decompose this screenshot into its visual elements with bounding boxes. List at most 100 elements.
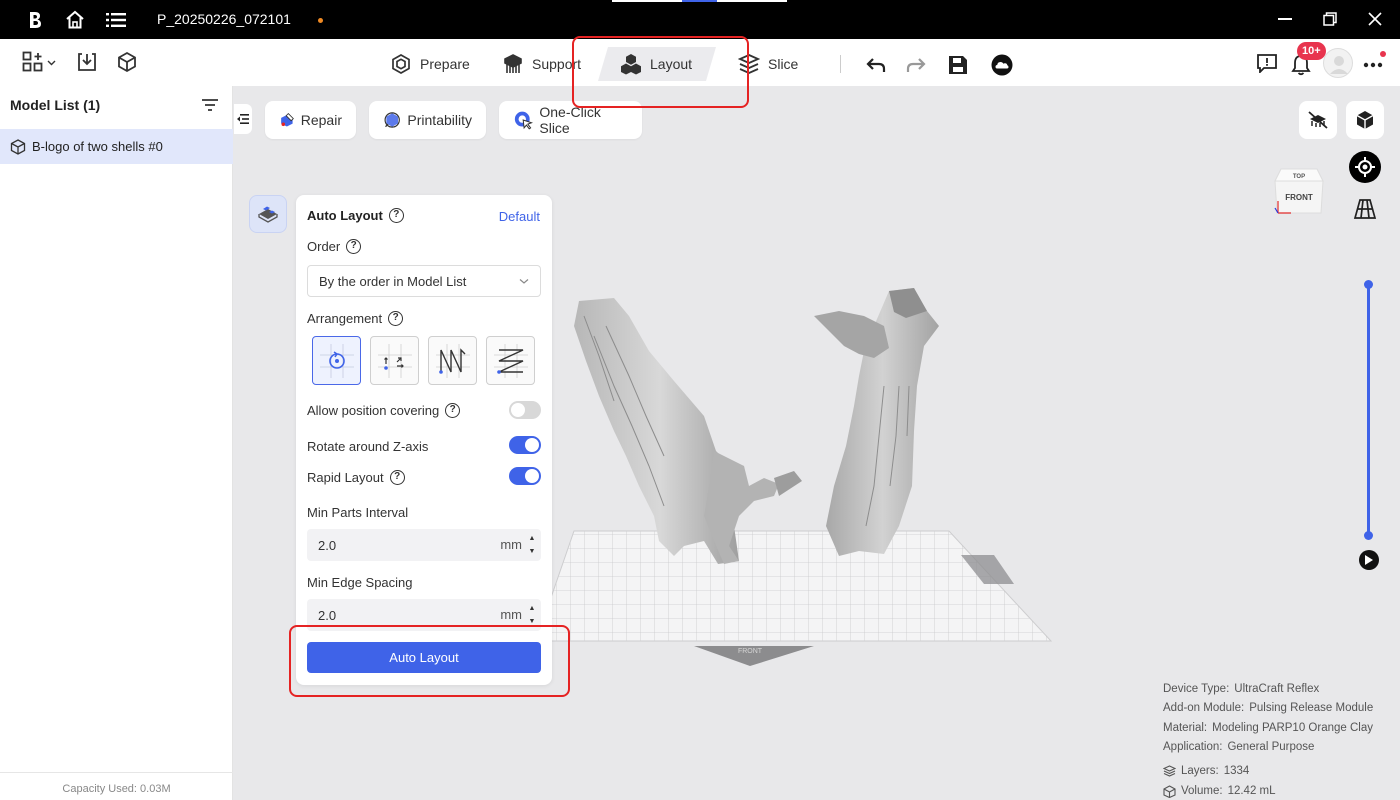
allow-covering-label: Allow position covering — [307, 403, 440, 418]
plate-front-label: FRONT — [738, 648, 763, 655]
title-strip-accent — [682, 0, 717, 2]
collapse-panel-button[interactable] — [234, 104, 252, 134]
view-mode-button[interactable] — [1346, 101, 1384, 139]
home-icon[interactable] — [64, 9, 86, 31]
default-link[interactable]: Default — [499, 209, 540, 224]
layers-value: 1334 — [1223, 765, 1250, 777]
title-strip — [717, 0, 787, 2]
repair-icon — [281, 112, 294, 127]
help-icon[interactable]: ? — [388, 208, 404, 223]
import-icon[interactable] — [76, 51, 98, 73]
hide-support-button[interactable] — [1299, 101, 1337, 139]
model-shell-left[interactable] — [574, 298, 802, 564]
model-name: B-logo of two shells #0 — [32, 139, 163, 154]
view-cube-top-label: TOP — [1293, 174, 1305, 180]
user-avatar-icon — [1330, 56, 1348, 74]
hide-platform-icon — [1308, 111, 1328, 129]
more-options-icon[interactable] — [1362, 54, 1384, 76]
rapid-layout-toggle[interactable] — [509, 467, 541, 485]
unsaved-dot — [318, 18, 323, 23]
repair-button[interactable]: Repair — [265, 101, 356, 139]
info-label: Volume: — [1181, 785, 1223, 797]
filter-icon[interactable] — [201, 96, 219, 114]
device-type-value: UltraCraft Reflex — [1234, 682, 1320, 695]
order-select-value: By the order in Model List — [319, 273, 467, 289]
undo-icon[interactable] — [865, 54, 887, 76]
arrangement-center-option[interactable] — [312, 336, 361, 385]
arrange-grid-icon — [377, 343, 412, 378]
app-logo-icon[interactable] — [24, 9, 46, 31]
arrangement-grid-option[interactable] — [370, 336, 419, 385]
arrangement-zigzag-option[interactable] — [428, 336, 477, 385]
highlight-box-auto-layout-button — [289, 625, 570, 697]
stepper-arrows[interactable]: ▲ ▼ — [527, 532, 537, 558]
list-item-model[interactable]: B-logo of two shells #0 — [0, 129, 233, 164]
highlight-box-layout-tab — [572, 36, 749, 108]
one-click-slice-icon — [514, 111, 534, 130]
cloud-icon[interactable] — [991, 54, 1013, 76]
min-edge-label: Min Edge Spacing — [307, 575, 413, 590]
layer-slider[interactable] — [1367, 284, 1370, 536]
save-icon[interactable] — [947, 54, 969, 76]
layer-slider-bottom-handle[interactable] — [1364, 531, 1373, 540]
menu-list-icon[interactable] — [105, 9, 127, 31]
info-label: Layers: — [1181, 765, 1219, 777]
locate-button[interactable] — [1349, 151, 1381, 183]
tab-prepare[interactable]: Prepare — [390, 47, 470, 81]
redo-icon[interactable] — [905, 54, 927, 76]
panel-title: Auto Layout — [307, 208, 383, 223]
avatar[interactable] — [1323, 48, 1353, 78]
application-value: General Purpose — [1227, 741, 1315, 754]
avatar-status-dot — [1380, 51, 1386, 57]
file-name: P_20250226_072101 — [157, 11, 291, 27]
volume-icon — [1163, 784, 1176, 798]
arrange-snake-icon — [493, 343, 528, 378]
close-window-icon[interactable] — [1366, 10, 1384, 28]
play-button[interactable] — [1359, 550, 1379, 570]
allow-covering-toggle[interactable] — [509, 401, 541, 419]
unit-label: mm — [500, 607, 522, 622]
repair-label: Repair — [300, 112, 342, 128]
help-icon[interactable]: ? — [346, 239, 362, 254]
title-strip — [612, 0, 682, 2]
model-list-panel: Model List (1) B-logo of two shells #0 C… — [0, 86, 233, 800]
auto-layout-tool-button[interactable] — [249, 195, 287, 233]
view-cube[interactable]: TOP FRONT — [1271, 163, 1327, 219]
device-info: Device Type: UltraCraft Reflex Add-on Mod… — [1163, 679, 1373, 800]
restore-icon[interactable] — [1321, 10, 1339, 28]
feedback-icon[interactable] — [1256, 52, 1278, 74]
tab-support[interactable]: Support — [502, 47, 581, 81]
model-list-title: Model List (1) — [10, 97, 101, 113]
arrangement-label: Arrangement — [307, 311, 383, 326]
material-value: Modeling PARP10 Orange Clay — [1212, 721, 1373, 734]
rapid-layout-label: Rapid Layout — [307, 470, 384, 485]
order-select[interactable]: By the order in Model List — [307, 265, 541, 297]
model-cube-icon[interactable] — [116, 51, 138, 73]
info-label: Material: — [1163, 721, 1208, 734]
collapse-icon — [237, 114, 249, 124]
perspective-grid-icon[interactable] — [1353, 197, 1377, 221]
model-shell-right[interactable] — [814, 288, 939, 556]
printability-icon — [384, 112, 400, 128]
title-bar: P_20250226_072101 — [0, 0, 1400, 39]
printability-button[interactable]: Printability — [369, 101, 486, 139]
printability-label: Printability — [407, 112, 472, 128]
help-icon[interactable]: ? — [388, 311, 404, 326]
rotate-z-label: Rotate around Z-axis — [307, 439, 429, 454]
arrangement-snake-option[interactable] — [486, 336, 535, 385]
rotate-z-toggle[interactable] — [509, 436, 541, 454]
addon-value: Pulsing Release Module — [1249, 702, 1374, 715]
add-model-icon[interactable] — [22, 51, 44, 73]
layer-slider-top-handle[interactable] — [1364, 280, 1373, 289]
help-icon[interactable]: ? — [445, 403, 461, 418]
min-parts-input[interactable]: 2.0 mm ▲ ▼ — [307, 529, 541, 561]
minimize-icon[interactable] — [1276, 10, 1294, 28]
build-plate: FRONT — [535, 530, 1053, 666]
help-icon[interactable]: ? — [389, 470, 405, 485]
notification-badge: 10+ — [1297, 42, 1326, 60]
model-cube-icon — [10, 138, 26, 155]
tab-label: Prepare — [420, 56, 470, 72]
arrange-center-icon — [319, 343, 354, 378]
toolbar-divider — [840, 55, 841, 73]
chevron-down-icon[interactable] — [47, 55, 56, 70]
